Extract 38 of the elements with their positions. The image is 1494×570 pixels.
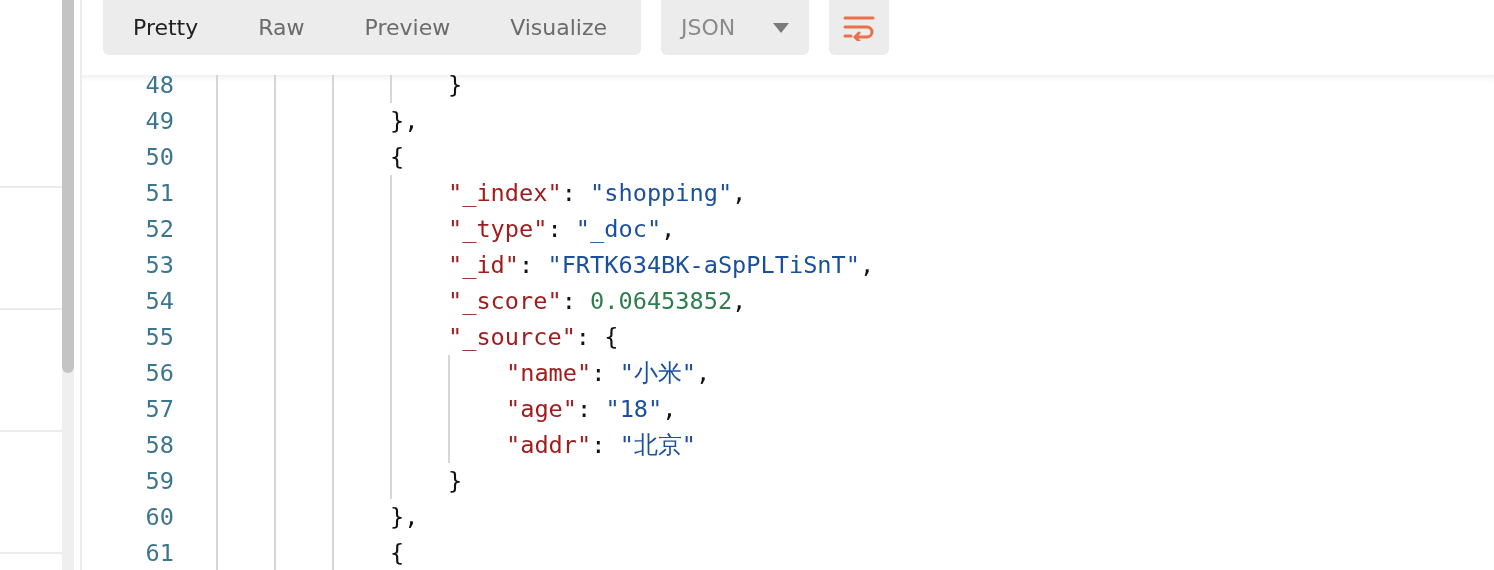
wrap-icon xyxy=(843,14,875,41)
code-line: "_source": { xyxy=(448,322,619,353)
line-number: 51 xyxy=(144,178,174,209)
line-number: 54 xyxy=(144,286,174,317)
line-number: 60 xyxy=(144,502,174,533)
wrap-button[interactable] xyxy=(829,0,889,55)
code-line: "_type": "_doc", xyxy=(448,214,676,245)
line-number: 58 xyxy=(144,430,174,461)
line-number: 50 xyxy=(144,142,174,173)
line-number: 59 xyxy=(144,466,174,497)
caret-icon xyxy=(773,22,789,33)
code-line: "_id": "FRTK634BK-aSpPLTiSnT", xyxy=(448,250,875,281)
view-tab[interactable]: Pretty xyxy=(103,11,229,44)
scrollbar-thumb[interactable] xyxy=(62,0,74,373)
line-number: 56 xyxy=(144,358,174,389)
format-dropdown[interactable]: JSON xyxy=(661,0,809,55)
code-line: }, xyxy=(390,106,419,137)
code-line: "_index": "shopping", xyxy=(448,178,747,209)
code-line: } xyxy=(448,75,463,101)
line-number: 53 xyxy=(144,250,174,281)
line-number: 52 xyxy=(144,214,174,245)
code-line: "name": "小米", xyxy=(506,358,711,389)
code-line: { xyxy=(390,142,405,173)
view-tab[interactable]: Raw xyxy=(228,11,335,44)
code-line: "addr": "北京" xyxy=(506,430,697,461)
code-line: } xyxy=(448,466,463,497)
code-line: { xyxy=(390,538,405,569)
code-line: }, xyxy=(390,502,419,533)
view-tab[interactable]: Preview xyxy=(334,11,481,44)
view-tab[interactable]: Visualize xyxy=(480,11,638,44)
line-number: 61 xyxy=(144,538,174,569)
line-number: 49 xyxy=(144,106,174,137)
line-number: 48 xyxy=(144,75,174,101)
code-line: "age": "18", xyxy=(506,394,677,425)
line-number: 55 xyxy=(144,322,174,353)
code-line: "_score": 0.06453852, xyxy=(448,286,747,317)
line-number: 57 xyxy=(144,394,174,425)
scrollbar[interactable] xyxy=(62,0,74,570)
